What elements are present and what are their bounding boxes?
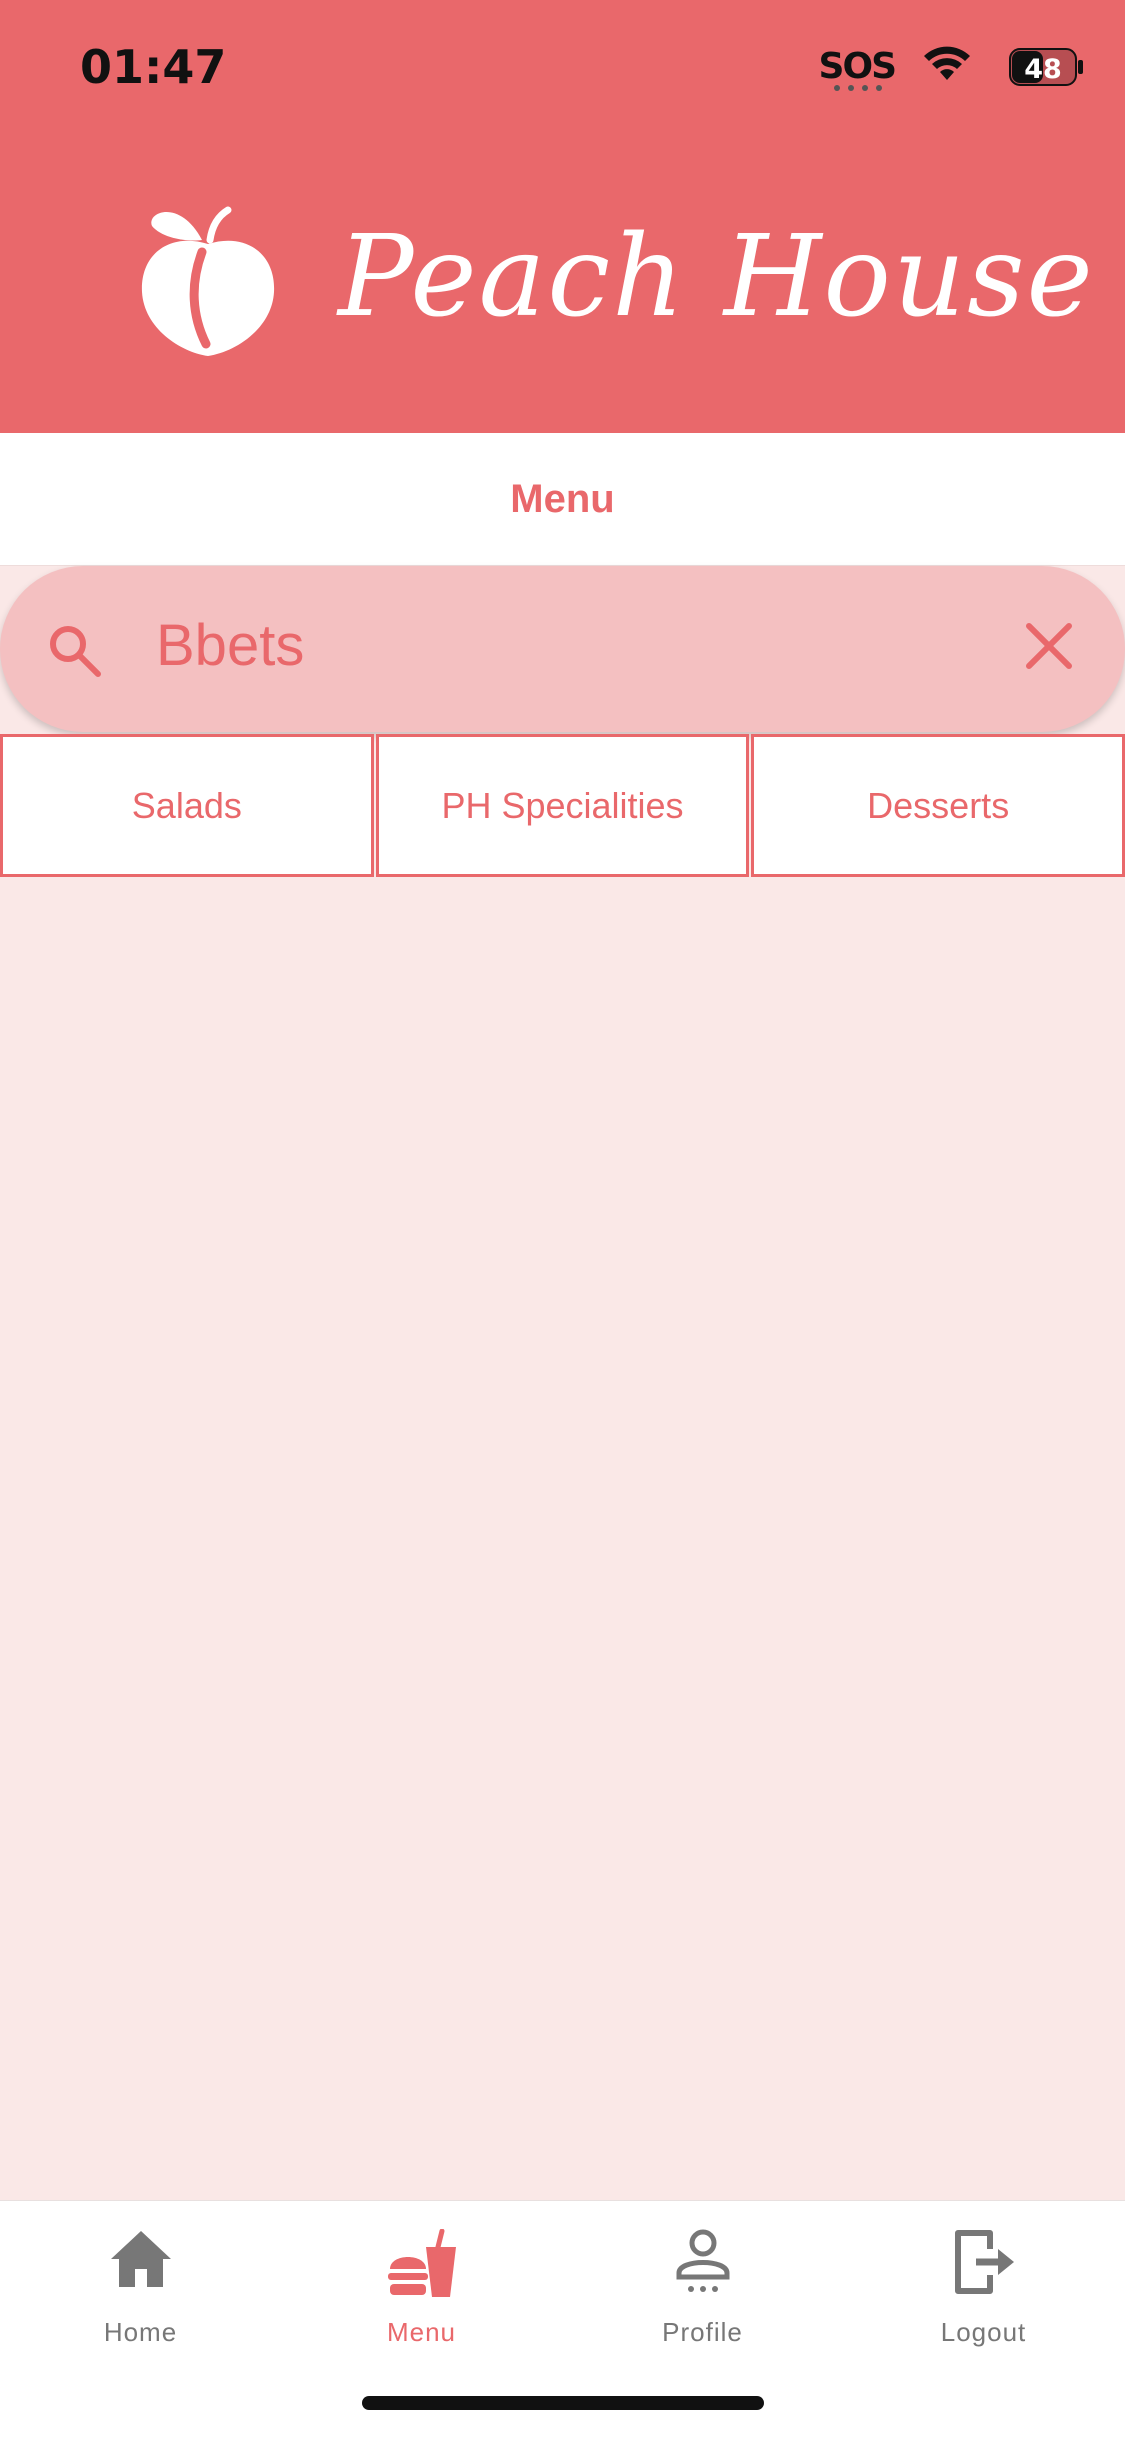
- category-tab-ph-specialities[interactable]: PH Specialities: [375, 734, 750, 877]
- nav-label-logout: Logout: [940, 2317, 1027, 2347]
- page-title-bar: Menu: [0, 433, 1125, 566]
- wifi-icon: [924, 46, 970, 80]
- close-icon[interactable]: [1025, 622, 1073, 670]
- brand-title: Peach House: [338, 212, 1095, 342]
- battery-level: 48: [1024, 54, 1062, 85]
- category-tab-salads[interactable]: Salads: [0, 734, 374, 877]
- signal-dots-icon: [834, 85, 882, 91]
- brand-logo: Peach House: [0, 190, 1125, 370]
- category-tabs: Salads PH Specialities Desserts: [0, 734, 1125, 877]
- app-header: 01:47 SOS 48 Peach House: [0, 0, 1125, 433]
- search-input[interactable]: Bbets: [156, 612, 304, 679]
- status-time: 01:47: [80, 40, 227, 94]
- search-bar[interactable]: Bbets: [0, 566, 1125, 732]
- peach-icon: [141, 206, 275, 356]
- sos-indicator: SOS: [818, 46, 897, 87]
- nav-label-home: Home: [103, 2317, 178, 2347]
- nav-item-logout[interactable]: Logout: [843, 2201, 1124, 2351]
- battery-icon: 48: [1009, 48, 1085, 91]
- food-icon: [387, 2229, 456, 2297]
- home-icon: [110, 2231, 171, 2287]
- profile-icon: [676, 2229, 729, 2292]
- logout-icon: [954, 2230, 1014, 2294]
- nav-item-profile[interactable]: Profile: [562, 2201, 843, 2351]
- nav-label-menu: Menu: [386, 2317, 457, 2347]
- nav-item-menu[interactable]: Menu: [281, 2201, 562, 2351]
- home-indicator: [362, 2396, 764, 2410]
- page-title: Menu: [510, 477, 615, 521]
- nav-label-profile: Profile: [662, 2317, 743, 2347]
- search-icon: [50, 626, 101, 677]
- category-tab-desserts[interactable]: Desserts: [751, 734, 1125, 877]
- nav-item-home[interactable]: Home: [0, 2201, 281, 2351]
